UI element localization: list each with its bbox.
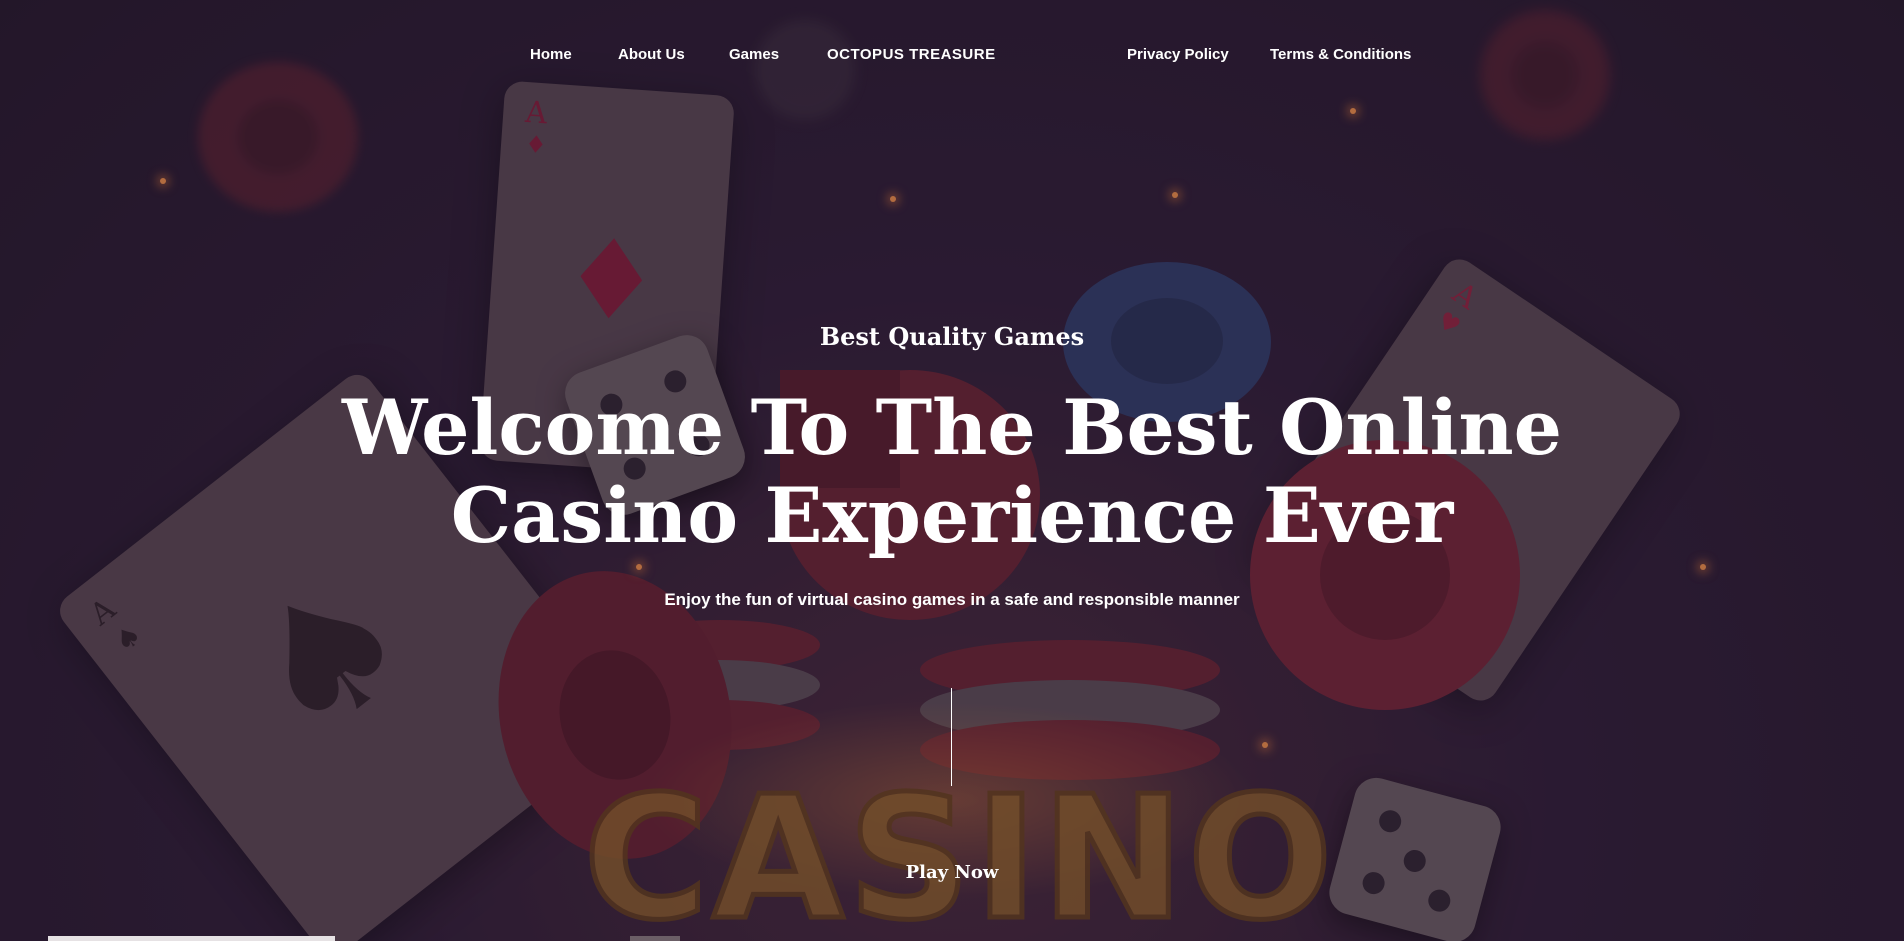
hero-section: A ♦ ♦ A ♠ ♠ A ♥ CASINO Home About Us Gam… <box>0 0 1904 941</box>
hero-eyebrow: Best Quality Games <box>819 322 1085 351</box>
vertical-divider <box>951 688 952 786</box>
next-section-edge <box>630 936 680 941</box>
next-section-edge <box>48 936 335 941</box>
hero-content: Best Quality Games Welcome To The Best O… <box>0 0 1904 941</box>
hero-subline: Enjoy the fun of virtual casino games in… <box>664 590 1240 609</box>
hero-headline-line-2: Casino Experience Ever <box>450 471 1454 560</box>
hero-headline: Welcome To The Best Online Casino Experi… <box>302 384 1602 560</box>
play-now-button[interactable]: Play Now <box>852 858 1052 886</box>
hero-headline-line-1: Welcome To The Best Online <box>342 383 1562 472</box>
